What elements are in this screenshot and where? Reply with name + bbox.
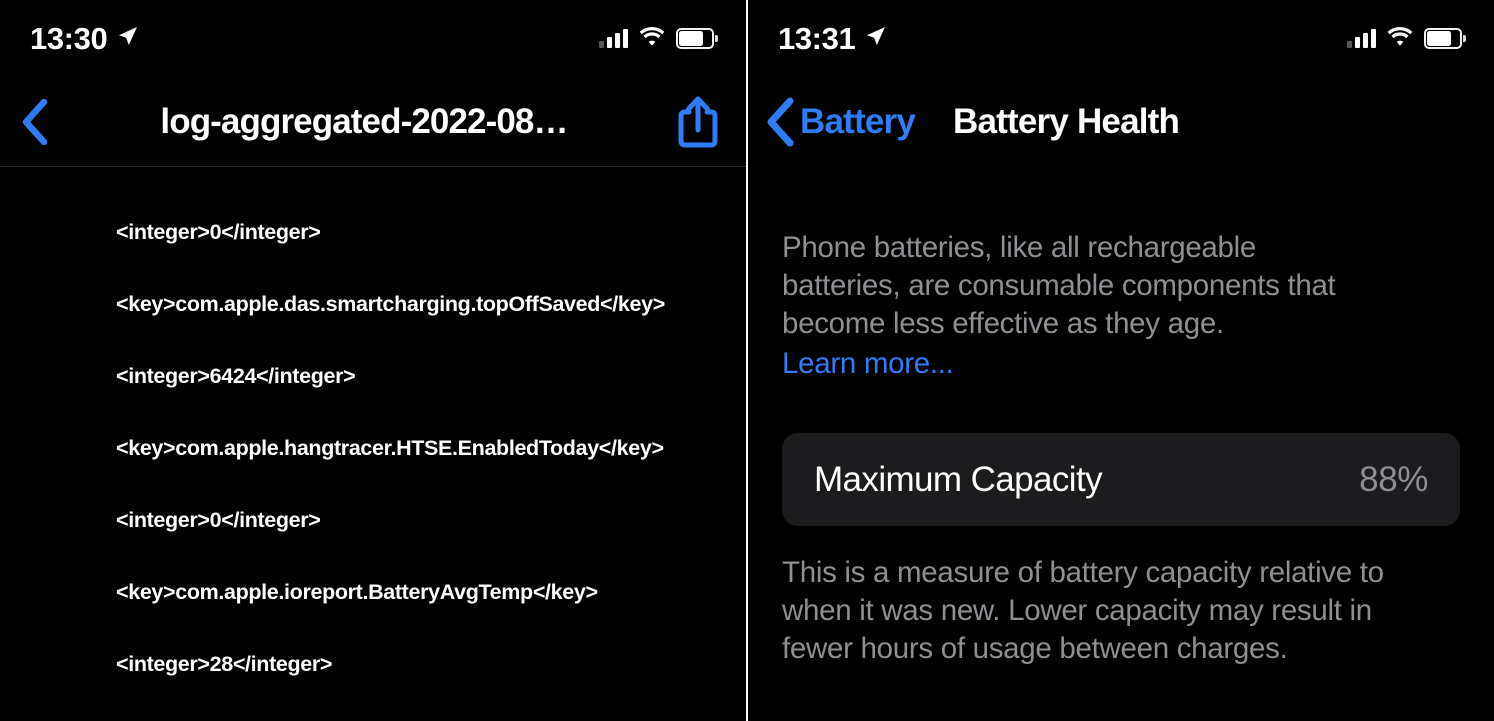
maximum-capacity-label: Maximum Capacity: [814, 459, 1103, 499]
xml-line: <integer>6424</integer>: [116, 364, 356, 388]
back-button-label: Battery: [800, 101, 916, 141]
status-time: 13:31: [778, 20, 856, 56]
share-button[interactable]: [672, 91, 724, 153]
xml-line: <key>com.apple.ioreport.BatteryAvgTemp</…: [116, 580, 598, 604]
nav-bar-left: log-aggregated-2022-08…: [0, 76, 746, 167]
dual-screenshot-composite: 13:30 log-aggregated-2022-08… <integer>0…: [0, 0, 1494, 721]
status-bar-right-group: [1347, 26, 1466, 51]
page-title: Battery Health: [953, 101, 1180, 141]
page-title: log-aggregated-2022-08…: [160, 101, 568, 141]
xml-line: <integer>0</integer>: [116, 220, 321, 244]
share-icon: [678, 96, 718, 147]
xml-line: <key>com.apple.hangtracer.HTSE.EnabledTo…: [116, 436, 664, 460]
location-arrow-icon: [116, 24, 140, 53]
learn-more-link[interactable]: Learn more...: [782, 345, 1460, 383]
battery-icon: [676, 27, 718, 49]
chevron-left-icon: [22, 98, 48, 145]
cellular-bars-icon: [599, 28, 628, 48]
xml-line: <key>com.apple.das.smartcharging.topOffS…: [116, 292, 665, 316]
wifi-icon: [1387, 26, 1413, 51]
back-button[interactable]: [14, 97, 56, 147]
status-bar-right: 13:31: [748, 0, 1494, 76]
cellular-bars-icon: [1347, 28, 1376, 48]
maximum-capacity-value: 88%: [1359, 459, 1428, 499]
xml-line: <integer>0</integer>: [116, 508, 321, 532]
back-button-battery[interactable]: Battery: [764, 97, 916, 147]
wifi-icon: [639, 26, 665, 51]
location-arrow-icon: [864, 24, 888, 53]
left-panel-log-viewer: 13:30 log-aggregated-2022-08… <integer>0…: [0, 0, 746, 721]
maximum-capacity-row[interactable]: Maximum Capacity 88%: [782, 433, 1460, 526]
xml-line: <integer>28</integer>: [116, 652, 333, 676]
status-bar-left: 13:30: [0, 0, 746, 76]
right-panel-battery-health: 13:31 Battery Battery Health Phone batte…: [748, 0, 1494, 721]
maximum-capacity-footnote: This is a measure of battery capacity re…: [782, 556, 1384, 665]
status-bar-left-group: 13:31: [778, 23, 888, 54]
battery-intro-text: Phone batteries, like all rechargeable b…: [782, 231, 1336, 340]
battery-health-content: Phone batteries, like all rechargeable b…: [748, 229, 1494, 668]
battery-icon: [1424, 27, 1466, 49]
status-time: 13:30: [30, 20, 108, 56]
chevron-left-icon: [767, 97, 794, 146]
status-bar-right-group: [599, 26, 718, 51]
status-bar-left-group: 13:30: [30, 23, 140, 54]
nav-bar-right: Battery Battery Health: [748, 76, 1494, 167]
plist-text-content[interactable]: <integer>0</integer> <key>com.apple.das.…: [0, 167, 746, 721]
